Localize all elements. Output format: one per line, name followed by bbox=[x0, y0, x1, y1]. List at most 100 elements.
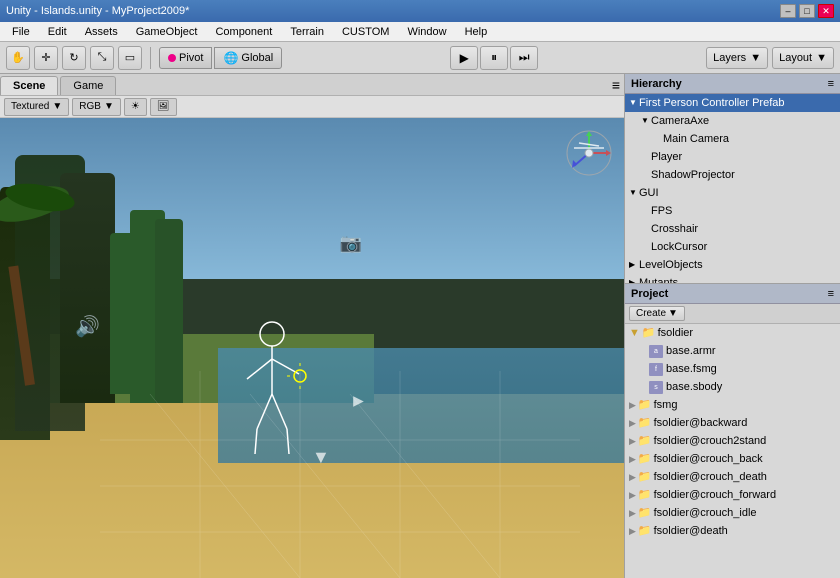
proj-item-crouch-idle[interactable]: ▶ 📁 fsoldier@crouch_idle bbox=[625, 504, 840, 522]
proj-item-crouch-back[interactable]: ▶ 📁 fsoldier@crouch_back bbox=[625, 450, 840, 468]
scene-toolbar: Textured ▼ RGB ▼ ☀ 🖼 bbox=[0, 96, 624, 118]
tab-scene[interactable]: Scene bbox=[0, 76, 58, 95]
sun-button[interactable]: ☀ bbox=[124, 98, 147, 116]
character-wireframe bbox=[237, 319, 297, 449]
folder-glyph-fsoldier: 📁 bbox=[642, 325, 656, 341]
close-button[interactable]: ✕ bbox=[818, 4, 834, 18]
menu-bar: File Edit Assets GameObject Component Te… bbox=[0, 22, 840, 42]
hierarchy-panel: Hierarchy ≡ ▼ First Person Controller Pr… bbox=[625, 74, 840, 284]
arrow-icon-backward: ▶ bbox=[629, 415, 636, 431]
proj-item-crouch-death[interactable]: ▶ 📁 fsoldier@crouch_death bbox=[625, 468, 840, 486]
proj-item-base-sbody[interactable]: s base.sbody bbox=[625, 378, 840, 396]
scene-viewport[interactable]: ▼ ▼ 🔊 📷 bbox=[0, 118, 624, 578]
proj-item-crouch-forward[interactable]: ▶ 📁 fsoldier@crouch_forward bbox=[625, 486, 840, 504]
file-icon-base-armr: a bbox=[649, 345, 663, 358]
proj-label-fsoldier: fsoldier bbox=[658, 325, 693, 341]
menu-custom[interactable]: CUSTOM bbox=[334, 24, 397, 40]
image-button[interactable]: 🖼 bbox=[150, 98, 177, 116]
move-tool-button[interactable]: ✛ bbox=[34, 46, 58, 70]
hier-item-fps[interactable]: FPS bbox=[625, 202, 840, 220]
menu-terrain[interactable]: Terrain bbox=[282, 24, 332, 40]
hand-tool-button[interactable]: ✋ bbox=[6, 46, 30, 70]
sun-icon: ☀ bbox=[131, 101, 140, 112]
menu-gameobject[interactable]: GameObject bbox=[128, 24, 206, 40]
hier-item-crosshair[interactable]: Crosshair bbox=[625, 220, 840, 238]
hier-item-fpcp[interactable]: ▼ First Person Controller Prefab bbox=[625, 94, 840, 112]
menu-edit[interactable]: Edit bbox=[40, 24, 75, 40]
rgb-dropdown[interactable]: RGB ▼ bbox=[72, 98, 121, 116]
tab-game[interactable]: Game bbox=[60, 76, 116, 95]
hier-arrow-mutants: ▶ bbox=[629, 275, 639, 283]
maximize-button[interactable]: □ bbox=[799, 4, 815, 18]
layout-dropdown[interactable]: Layout ▼ bbox=[772, 47, 834, 69]
hier-item-player[interactable]: Player bbox=[625, 148, 840, 166]
proj-label-backward: fsoldier@backward bbox=[654, 415, 748, 431]
proj-item-fsmg[interactable]: ▶ 📁 fsmg bbox=[625, 396, 840, 414]
project-content[interactable]: ▼ 📁 fsoldier a base.armr f base.fsmg bbox=[625, 324, 840, 578]
hier-label-maincamera: Main Camera bbox=[663, 131, 729, 147]
rect-icon: ▭ bbox=[125, 51, 135, 64]
proj-item-death[interactable]: ▶ 📁 fsoldier@death bbox=[625, 522, 840, 540]
scene-panel-menu[interactable]: ≡ bbox=[608, 75, 624, 95]
rect-tool-button[interactable]: ▭ bbox=[118, 46, 142, 70]
layout-arrow-icon: ▼ bbox=[816, 52, 827, 64]
scene-tabs: Scene Game ≡ bbox=[0, 74, 624, 96]
menu-component[interactable]: Component bbox=[207, 24, 280, 40]
scene-gizmo bbox=[564, 128, 614, 178]
global-label: Global bbox=[241, 52, 273, 64]
proj-item-backward[interactable]: ▶ 📁 fsoldier@backward bbox=[625, 414, 840, 432]
proj-label-crouch2stand: fsoldier@crouch2stand bbox=[654, 433, 767, 449]
proj-label-death: fsoldier@death bbox=[654, 523, 728, 539]
main-content: Scene Game ≡ Textured ▼ RGB ▼ ☀ 🖼 bbox=[0, 74, 840, 578]
hierarchy-menu-icon[interactable]: ≡ bbox=[828, 78, 834, 90]
menu-assets[interactable]: Assets bbox=[77, 24, 126, 40]
folder-icon-fsoldier: ▼ bbox=[629, 325, 640, 341]
hier-item-shadowproj[interactable]: ShadowProjector bbox=[625, 166, 840, 184]
create-button[interactable]: Create ▼ bbox=[629, 306, 685, 321]
title-bar: Unity - Islands.unity - MyProject2009* –… bbox=[0, 0, 840, 22]
hier-item-maincamera[interactable]: Main Camera bbox=[625, 130, 840, 148]
hierarchy-content[interactable]: ▼ First Person Controller Prefab ▼ Camer… bbox=[625, 94, 840, 283]
menu-file[interactable]: File bbox=[4, 24, 38, 40]
global-button[interactable]: 🌐 Global bbox=[214, 47, 282, 69]
play-button[interactable]: ▶ bbox=[450, 46, 478, 70]
proj-item-fsoldier[interactable]: ▼ 📁 fsoldier bbox=[625, 324, 840, 342]
pivot-button[interactable]: Pivot bbox=[159, 47, 212, 69]
project-title: Project bbox=[631, 288, 668, 300]
hier-item-lockcursor[interactable]: LockCursor bbox=[625, 238, 840, 256]
hier-label-lockcursor: LockCursor bbox=[651, 239, 707, 255]
layers-dropdown[interactable]: Layers ▼ bbox=[706, 47, 768, 69]
hier-item-cameraaxe[interactable]: ▼ CameraAxe bbox=[625, 112, 840, 130]
hier-arrow-cameraaxe: ▼ bbox=[641, 113, 651, 129]
step-button[interactable]: ⏭ bbox=[510, 46, 538, 70]
pause-button[interactable]: ⏸ bbox=[480, 46, 508, 70]
folder-glyph-crouch-death: 📁 bbox=[638, 469, 652, 485]
proj-item-base-fsmg[interactable]: f base.fsmg bbox=[625, 360, 840, 378]
file-icon-base-fsmg: f bbox=[649, 363, 663, 376]
project-menu-icon[interactable]: ≡ bbox=[828, 288, 834, 300]
globe-icon: 🌐 bbox=[223, 51, 238, 65]
folder-glyph-death: 📁 bbox=[638, 523, 652, 539]
menu-help[interactable]: Help bbox=[457, 24, 496, 40]
rotate-tool-button[interactable]: ↻ bbox=[62, 46, 86, 70]
menu-window[interactable]: Window bbox=[399, 24, 454, 40]
image-icon: 🖼 bbox=[157, 101, 170, 112]
minimize-button[interactable]: – bbox=[780, 4, 796, 18]
proj-label-base-armr: base.armr bbox=[666, 343, 716, 359]
proj-item-base-armr[interactable]: a base.armr bbox=[625, 342, 840, 360]
scale-icon: ⤡ bbox=[98, 51, 107, 64]
hier-item-levelobjects[interactable]: ▶ LevelObjects bbox=[625, 256, 840, 274]
proj-label-fsmg: fsmg bbox=[654, 397, 678, 413]
create-arrow-icon: ▼ bbox=[668, 308, 678, 319]
layers-arrow-icon: ▼ bbox=[750, 52, 761, 64]
proj-item-crouch2stand[interactable]: ▶ 📁 fsoldier@crouch2stand bbox=[625, 432, 840, 450]
pause-icon: ⏸ bbox=[491, 50, 497, 65]
scale-tool-button[interactable]: ⤡ bbox=[90, 46, 114, 70]
hier-label-gui: GUI bbox=[639, 185, 659, 201]
hier-item-gui[interactable]: ▼ GUI bbox=[625, 184, 840, 202]
title-bar-buttons: – □ ✕ bbox=[780, 4, 834, 18]
folder-glyph-crouch-forward: 📁 bbox=[638, 487, 652, 503]
textured-dropdown[interactable]: Textured ▼ bbox=[4, 98, 69, 116]
hier-label-mutants: Mutants bbox=[639, 275, 678, 283]
hier-item-mutants[interactable]: ▶ Mutants bbox=[625, 274, 840, 283]
